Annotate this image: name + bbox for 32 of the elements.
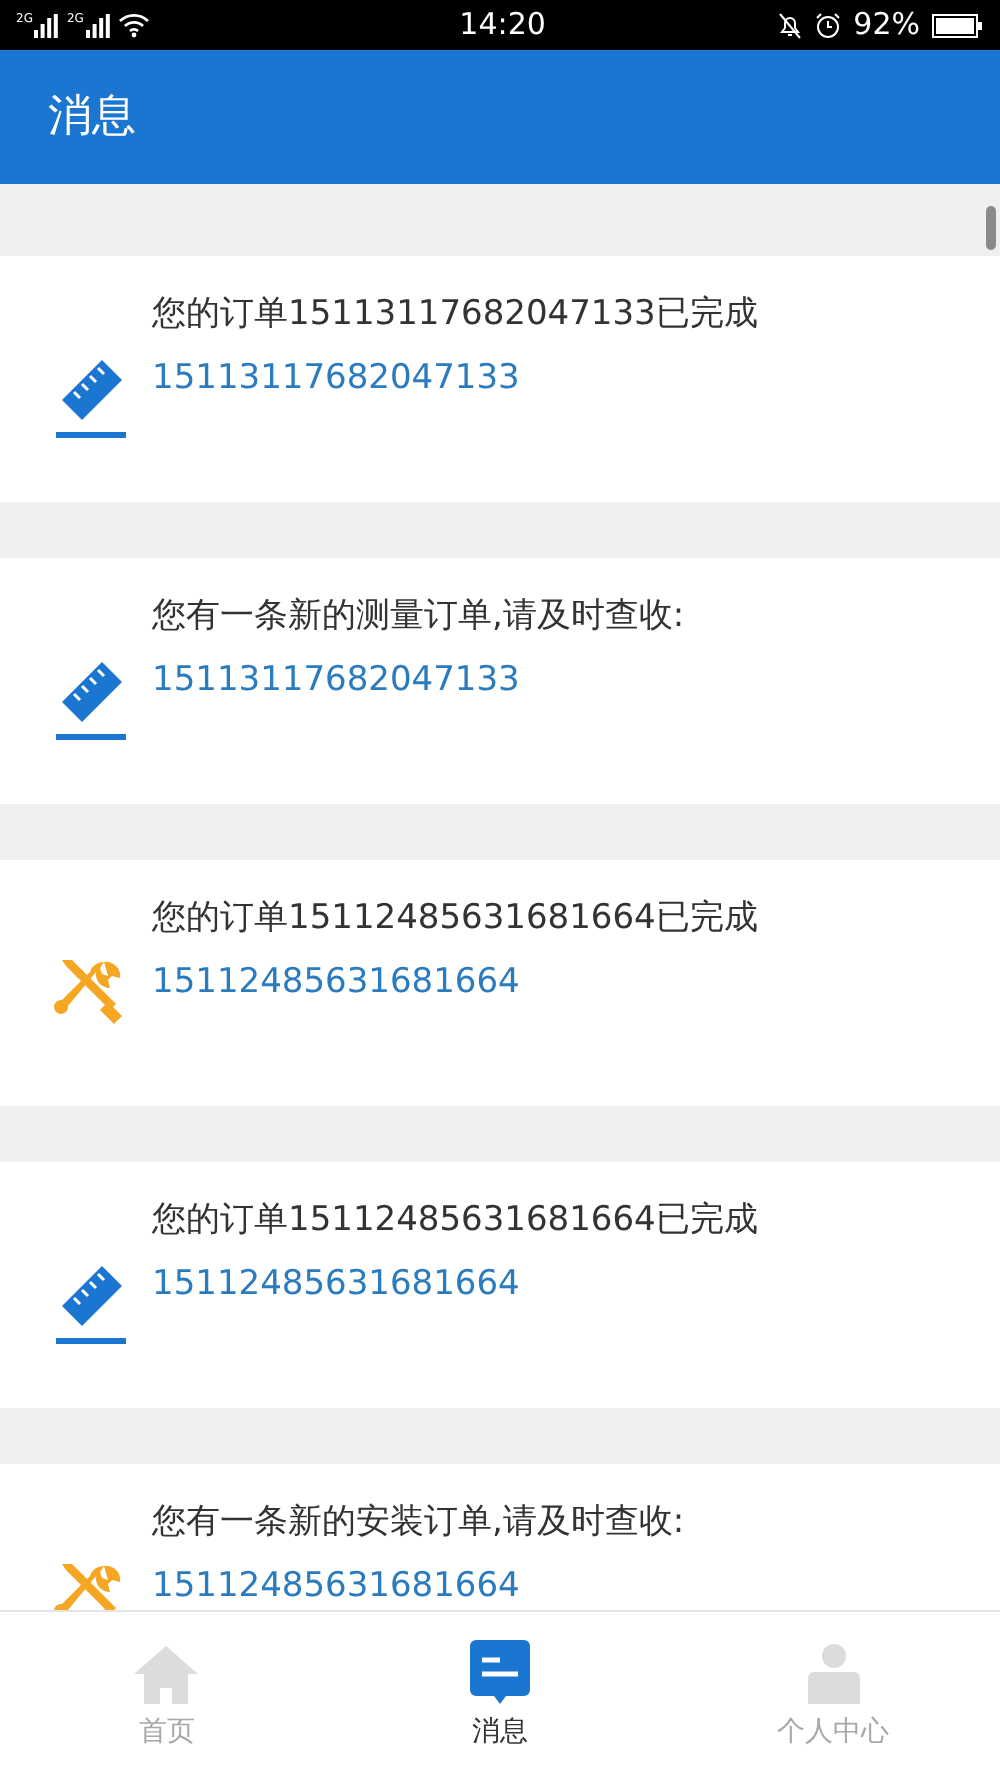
- message-card[interactable]: 您有一条新的安装订单,请及时查收: 15112485631681664: [0, 1464, 1000, 1610]
- signal-icon: [85, 13, 110, 37]
- wrench-screwdriver-icon: [54, 956, 126, 1028]
- bell-muted-icon: [775, 11, 804, 39]
- battery-level: 92%: [853, 4, 920, 47]
- order-number[interactable]: 15112485631681664: [152, 956, 758, 1008]
- scrollbar[interactable]: [986, 206, 996, 250]
- message-title: 您有一条新的安装订单,请及时查收:: [152, 1500, 685, 1546]
- clock: 14:20: [459, 4, 546, 47]
- order-number[interactable]: 15112485631681664: [152, 1560, 685, 1610]
- tab-bar-item[interactable]: 个人中心: [666, 1612, 1000, 1776]
- header-title: 消息: [48, 90, 136, 146]
- order-number[interactable]: 15113117682047133: [152, 654, 685, 706]
- tab-bar-item[interactable]: 消息: [333, 1612, 667, 1776]
- message-title: 您的订单15112485631681664已完成: [152, 1198, 758, 1244]
- home-icon: [132, 1644, 201, 1704]
- message-card[interactable]: 您的订单15112485631681664已完成 15112485631681664: [0, 1162, 1000, 1408]
- wifi-icon: [117, 12, 150, 38]
- message-title: 您有一条新的测量订单,请及时查收:: [152, 594, 685, 640]
- message-card[interactable]: 您的订单15113117682047133已完成 15113117682047133: [0, 256, 1000, 502]
- message-title: 您的订单15113117682047133已完成: [152, 292, 758, 338]
- battery-icon: [932, 13, 984, 37]
- order-number[interactable]: 15113117682047133: [152, 352, 758, 404]
- message-title: 您的订单15112485631681664已完成: [152, 896, 758, 942]
- person-icon: [807, 1644, 860, 1704]
- order-number[interactable]: 15112485631681664: [152, 1258, 758, 1310]
- message-card[interactable]: 您的订单15112485631681664已完成 15112485631681664: [0, 860, 1000, 1106]
- tab-bar-item[interactable]: 首页: [0, 1612, 334, 1776]
- signal-icon: [34, 13, 59, 37]
- alarm-icon: [813, 11, 842, 39]
- message-card[interactable]: 您有一条新的测量订单,请及时查收: 15113117682047133: [0, 558, 1000, 804]
- message-icon: [470, 1640, 530, 1704]
